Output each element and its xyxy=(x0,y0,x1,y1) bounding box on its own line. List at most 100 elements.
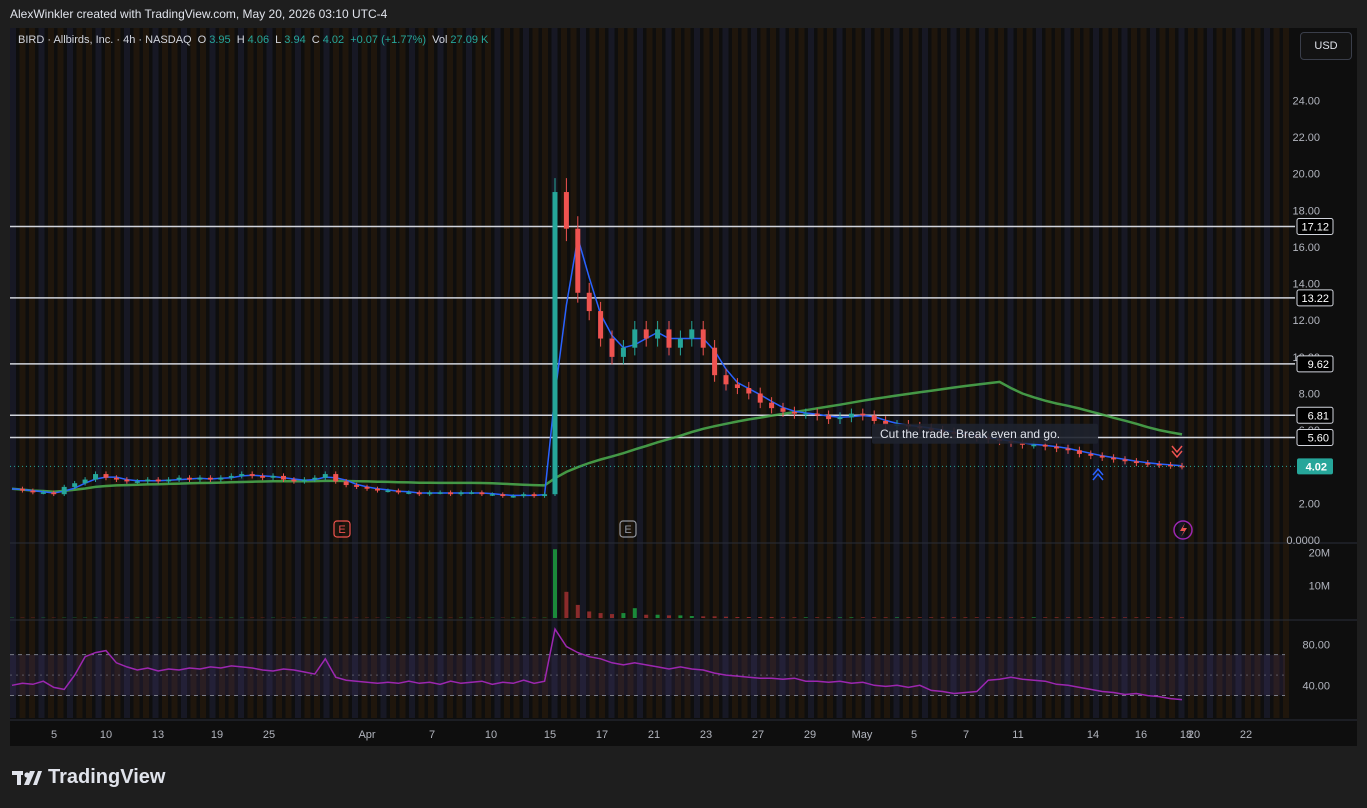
volume-bar xyxy=(587,611,592,618)
candle-body xyxy=(312,477,318,480)
candle-body xyxy=(1042,444,1048,447)
volume-bar xyxy=(1180,617,1184,618)
level-price-label: 9.62 xyxy=(1308,359,1329,371)
session-band xyxy=(903,28,909,718)
candle-body xyxy=(207,477,213,480)
x-tick-label: 15 xyxy=(544,729,556,741)
candle-body xyxy=(1088,453,1094,456)
price-tick-label: 22.00 xyxy=(1292,132,1320,144)
candle-body xyxy=(51,492,57,495)
currency-button[interactable]: USD xyxy=(1300,32,1352,60)
session-band xyxy=(779,28,786,718)
session-band xyxy=(409,28,415,718)
candle-body xyxy=(723,375,729,385)
volume-bar xyxy=(1031,617,1036,618)
session-band xyxy=(428,28,434,718)
volume-bar xyxy=(997,617,1002,618)
session-band xyxy=(200,28,206,718)
session-band xyxy=(380,28,387,718)
price-chart[interactable]: 24.0022.0020.0018.0016.0014.0012.0010.00… xyxy=(10,28,1357,746)
session-band xyxy=(494,28,501,718)
session-band xyxy=(1036,28,1042,718)
volume-bar xyxy=(986,617,991,618)
session-band xyxy=(969,28,976,718)
candle-body xyxy=(61,486,67,495)
x-tick-label: 10 xyxy=(485,729,497,741)
session-band xyxy=(143,28,149,718)
volume-bar xyxy=(940,617,945,618)
chart-frame[interactable]: 24.0022.0020.0018.0016.0014.0012.0010.00… xyxy=(10,28,1357,746)
volume-tick-label: 10M xyxy=(1309,580,1330,592)
footer: TradingView xyxy=(0,746,1367,808)
session-band xyxy=(285,28,292,718)
session-band xyxy=(1121,28,1128,718)
session-band xyxy=(703,28,710,718)
volume-bar xyxy=(1054,617,1059,618)
x-tick-label: 10 xyxy=(100,729,112,741)
symbol-legend: BIRD · Allbirds, Inc. · 4h · NASDAQ O 3.9… xyxy=(18,34,491,46)
tradingview-wordmark: TradingView xyxy=(48,766,166,788)
candle-body xyxy=(1065,448,1071,451)
candle-body xyxy=(124,479,130,482)
candle-body xyxy=(746,387,752,394)
session-band xyxy=(1273,28,1280,718)
candle-body xyxy=(364,486,370,489)
tradingview-logo-icon xyxy=(12,770,42,785)
chart-credit: AlexWinkler created with TradingView.com… xyxy=(10,7,388,21)
candle-body xyxy=(385,490,391,493)
candle-body xyxy=(734,384,740,388)
session-band xyxy=(371,28,377,718)
volume-bar xyxy=(1134,617,1139,618)
candle-body xyxy=(301,479,307,482)
candle-body xyxy=(103,474,109,478)
candle-body xyxy=(291,479,297,482)
candle-body xyxy=(780,408,786,412)
session-band xyxy=(1245,28,1251,718)
session-band xyxy=(1178,28,1185,718)
session-band xyxy=(342,28,349,718)
volume-bar xyxy=(746,617,751,618)
session-band xyxy=(751,28,757,718)
session-band xyxy=(1188,28,1194,718)
volume-bar xyxy=(883,617,888,618)
candle-body xyxy=(1133,461,1139,464)
candle-body xyxy=(437,492,443,494)
volume-bar xyxy=(1157,617,1162,618)
candle-body xyxy=(427,492,433,495)
price-tick-label: 2.00 xyxy=(1299,498,1320,510)
session-band xyxy=(456,28,463,718)
volume-bar xyxy=(1100,617,1105,618)
candle-body xyxy=(187,477,193,480)
x-tick-label: 19 xyxy=(211,729,223,741)
session-band xyxy=(513,28,520,718)
volume-bar xyxy=(1145,617,1150,618)
session-band xyxy=(732,28,738,718)
open-value: 3.95 xyxy=(209,34,231,46)
candle-body xyxy=(1122,459,1128,462)
candle-body xyxy=(468,492,474,494)
session-band xyxy=(48,28,54,718)
volume-bar xyxy=(1077,617,1082,618)
candle-body xyxy=(655,329,661,339)
candle-body xyxy=(666,329,672,348)
session-band xyxy=(979,28,985,718)
session-band xyxy=(817,28,824,718)
session-band xyxy=(912,28,919,718)
volume-bar xyxy=(1168,617,1173,618)
session-band xyxy=(475,28,482,718)
session-band xyxy=(1235,28,1242,718)
volume-bar xyxy=(803,617,808,618)
candle-body xyxy=(814,413,820,416)
candle-body xyxy=(1099,455,1105,458)
session-band xyxy=(190,28,197,718)
candle-body xyxy=(155,479,161,482)
x-tick-label: 17 xyxy=(596,729,608,741)
candle-body xyxy=(270,475,276,478)
x-tick-label: 23 xyxy=(700,729,712,741)
tradingview-logo[interactable]: TradingView xyxy=(12,766,165,789)
volume-value: 27.09 K xyxy=(450,34,489,46)
session-band xyxy=(827,28,833,718)
candle-body xyxy=(395,490,401,493)
session-band xyxy=(295,28,301,718)
candle-body xyxy=(848,413,854,418)
